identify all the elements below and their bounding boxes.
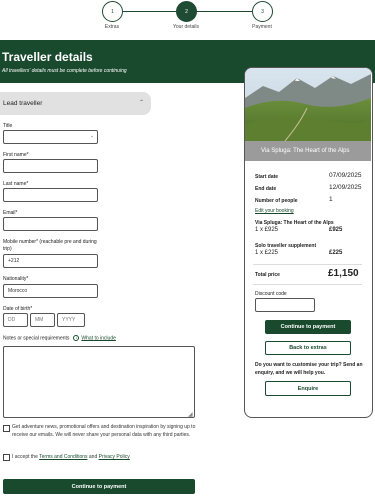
step-3-circle: 3	[252, 1, 273, 22]
start-date-value: 07/09/2025	[329, 172, 362, 179]
trip-qty: 1 x £925	[255, 227, 279, 233]
nationality-label: Nationality*	[3, 276, 29, 282]
notes-textarea[interactable]	[3, 346, 195, 418]
enquire-button[interactable]: Enquire	[265, 381, 351, 396]
step-1-circle[interactable]: 1	[102, 1, 123, 22]
progress-stepper: 1 Extras 2 Your details 3 Payment	[0, 0, 375, 40]
last-name-label: Last name*	[3, 181, 29, 187]
title-label: Title	[3, 123, 13, 129]
summary-divider	[253, 284, 362, 285]
trip-name: Via Spluga: The Heart of the Alps	[255, 220, 334, 226]
continue-to-payment-button[interactable]: Continue to payment	[3, 479, 195, 494]
step-2-number: 2	[185, 8, 188, 15]
people-label: Number of people	[255, 198, 298, 204]
first-name-field[interactable]	[3, 159, 98, 173]
back-to-extras-button[interactable]: Back to extras	[265, 341, 351, 355]
edit-booking-link[interactable]: Edit your booking	[255, 208, 294, 214]
notes-label: Notes or special requirements	[3, 335, 70, 342]
page-subtitle: All travellers' details must be complete…	[2, 68, 127, 74]
summary-divider	[253, 264, 362, 265]
privacy-link[interactable]: Privacy Policy	[99, 454, 130, 460]
dob-year-field[interactable]	[57, 313, 85, 327]
stepper-connector	[123, 11, 176, 12]
terms-and: and	[87, 454, 99, 460]
terms-prefix: I accept the	[12, 454, 40, 460]
terms-text: I accept the Terms and Conditions and Pr…	[12, 454, 197, 462]
step-1-number: 1	[111, 8, 114, 15]
email-field[interactable]	[3, 217, 98, 231]
summary-continue-button[interactable]: Continue to payment	[265, 320, 351, 334]
email-label: Email*	[3, 210, 18, 216]
trip-image-caption: Via Spluga: The Heart of the Alps	[261, 148, 350, 154]
dob-month-field[interactable]	[30, 313, 55, 327]
nationality-value: Morocco	[8, 288, 28, 294]
end-date-label: End date	[255, 186, 277, 192]
discount-code-field[interactable]	[255, 298, 315, 312]
terms-checkbox[interactable]	[3, 454, 10, 461]
supplement-name: Solo traveller supplement	[255, 243, 317, 249]
newsletter-checkbox[interactable]	[3, 425, 10, 432]
step-3-number: 3	[261, 8, 264, 15]
trip-price: £925	[329, 227, 343, 233]
nationality-select[interactable]: Morocco	[3, 284, 98, 298]
first-name-label: First name*	[3, 152, 29, 158]
total-price-label: Total price	[255, 272, 280, 278]
step-2-label: Your details	[173, 24, 199, 30]
supplement-price: £225	[329, 250, 343, 256]
what-to-include-link[interactable]: What to include	[81, 335, 115, 341]
mobile-label: Mobile number* (reachable pre and during…	[3, 239, 97, 252]
step-1-label: Extras	[104, 24, 120, 30]
people-value: 1	[329, 196, 333, 203]
title-select[interactable]	[3, 130, 98, 144]
lead-traveller-label: Lead traveller	[3, 100, 43, 107]
dob-label: Date of birth*	[3, 306, 33, 312]
discount-code-label: Discount code	[255, 291, 287, 297]
chevron-up-icon: ⌃	[138, 100, 144, 106]
step-2-circle: 2	[176, 1, 197, 22]
info-icon[interactable]: i	[73, 335, 80, 341]
terms-link[interactable]: Terms and Conditions	[39, 454, 87, 460]
page-title: Traveller details	[2, 50, 93, 64]
chevron-down-icon: ⌄	[90, 133, 95, 139]
trip-image	[245, 68, 371, 141]
last-name-field[interactable]	[3, 188, 98, 202]
dob-day-field[interactable]	[3, 313, 28, 327]
supplement-qty: 1 x £225	[255, 250, 279, 256]
stepper-connector	[197, 11, 252, 12]
total-price-value: £1,150	[328, 268, 359, 279]
start-date-label: Start date	[255, 174, 279, 180]
resize-grip-icon[interactable]: ◢	[188, 411, 193, 418]
notes-label-row: Notes or special requirements i What to in…	[3, 335, 116, 341]
lead-traveller-accordion[interactable]: Lead traveller ⌃	[0, 92, 151, 115]
newsletter-text: Get adventure news, promotional offers a…	[12, 424, 196, 438]
customise-trip-text: Do you want to customise your trip? Send…	[255, 362, 363, 376]
mobile-field[interactable]	[3, 254, 98, 268]
step-3-label: Payment	[252, 24, 272, 30]
end-date-value: 12/09/2025	[329, 184, 362, 191]
